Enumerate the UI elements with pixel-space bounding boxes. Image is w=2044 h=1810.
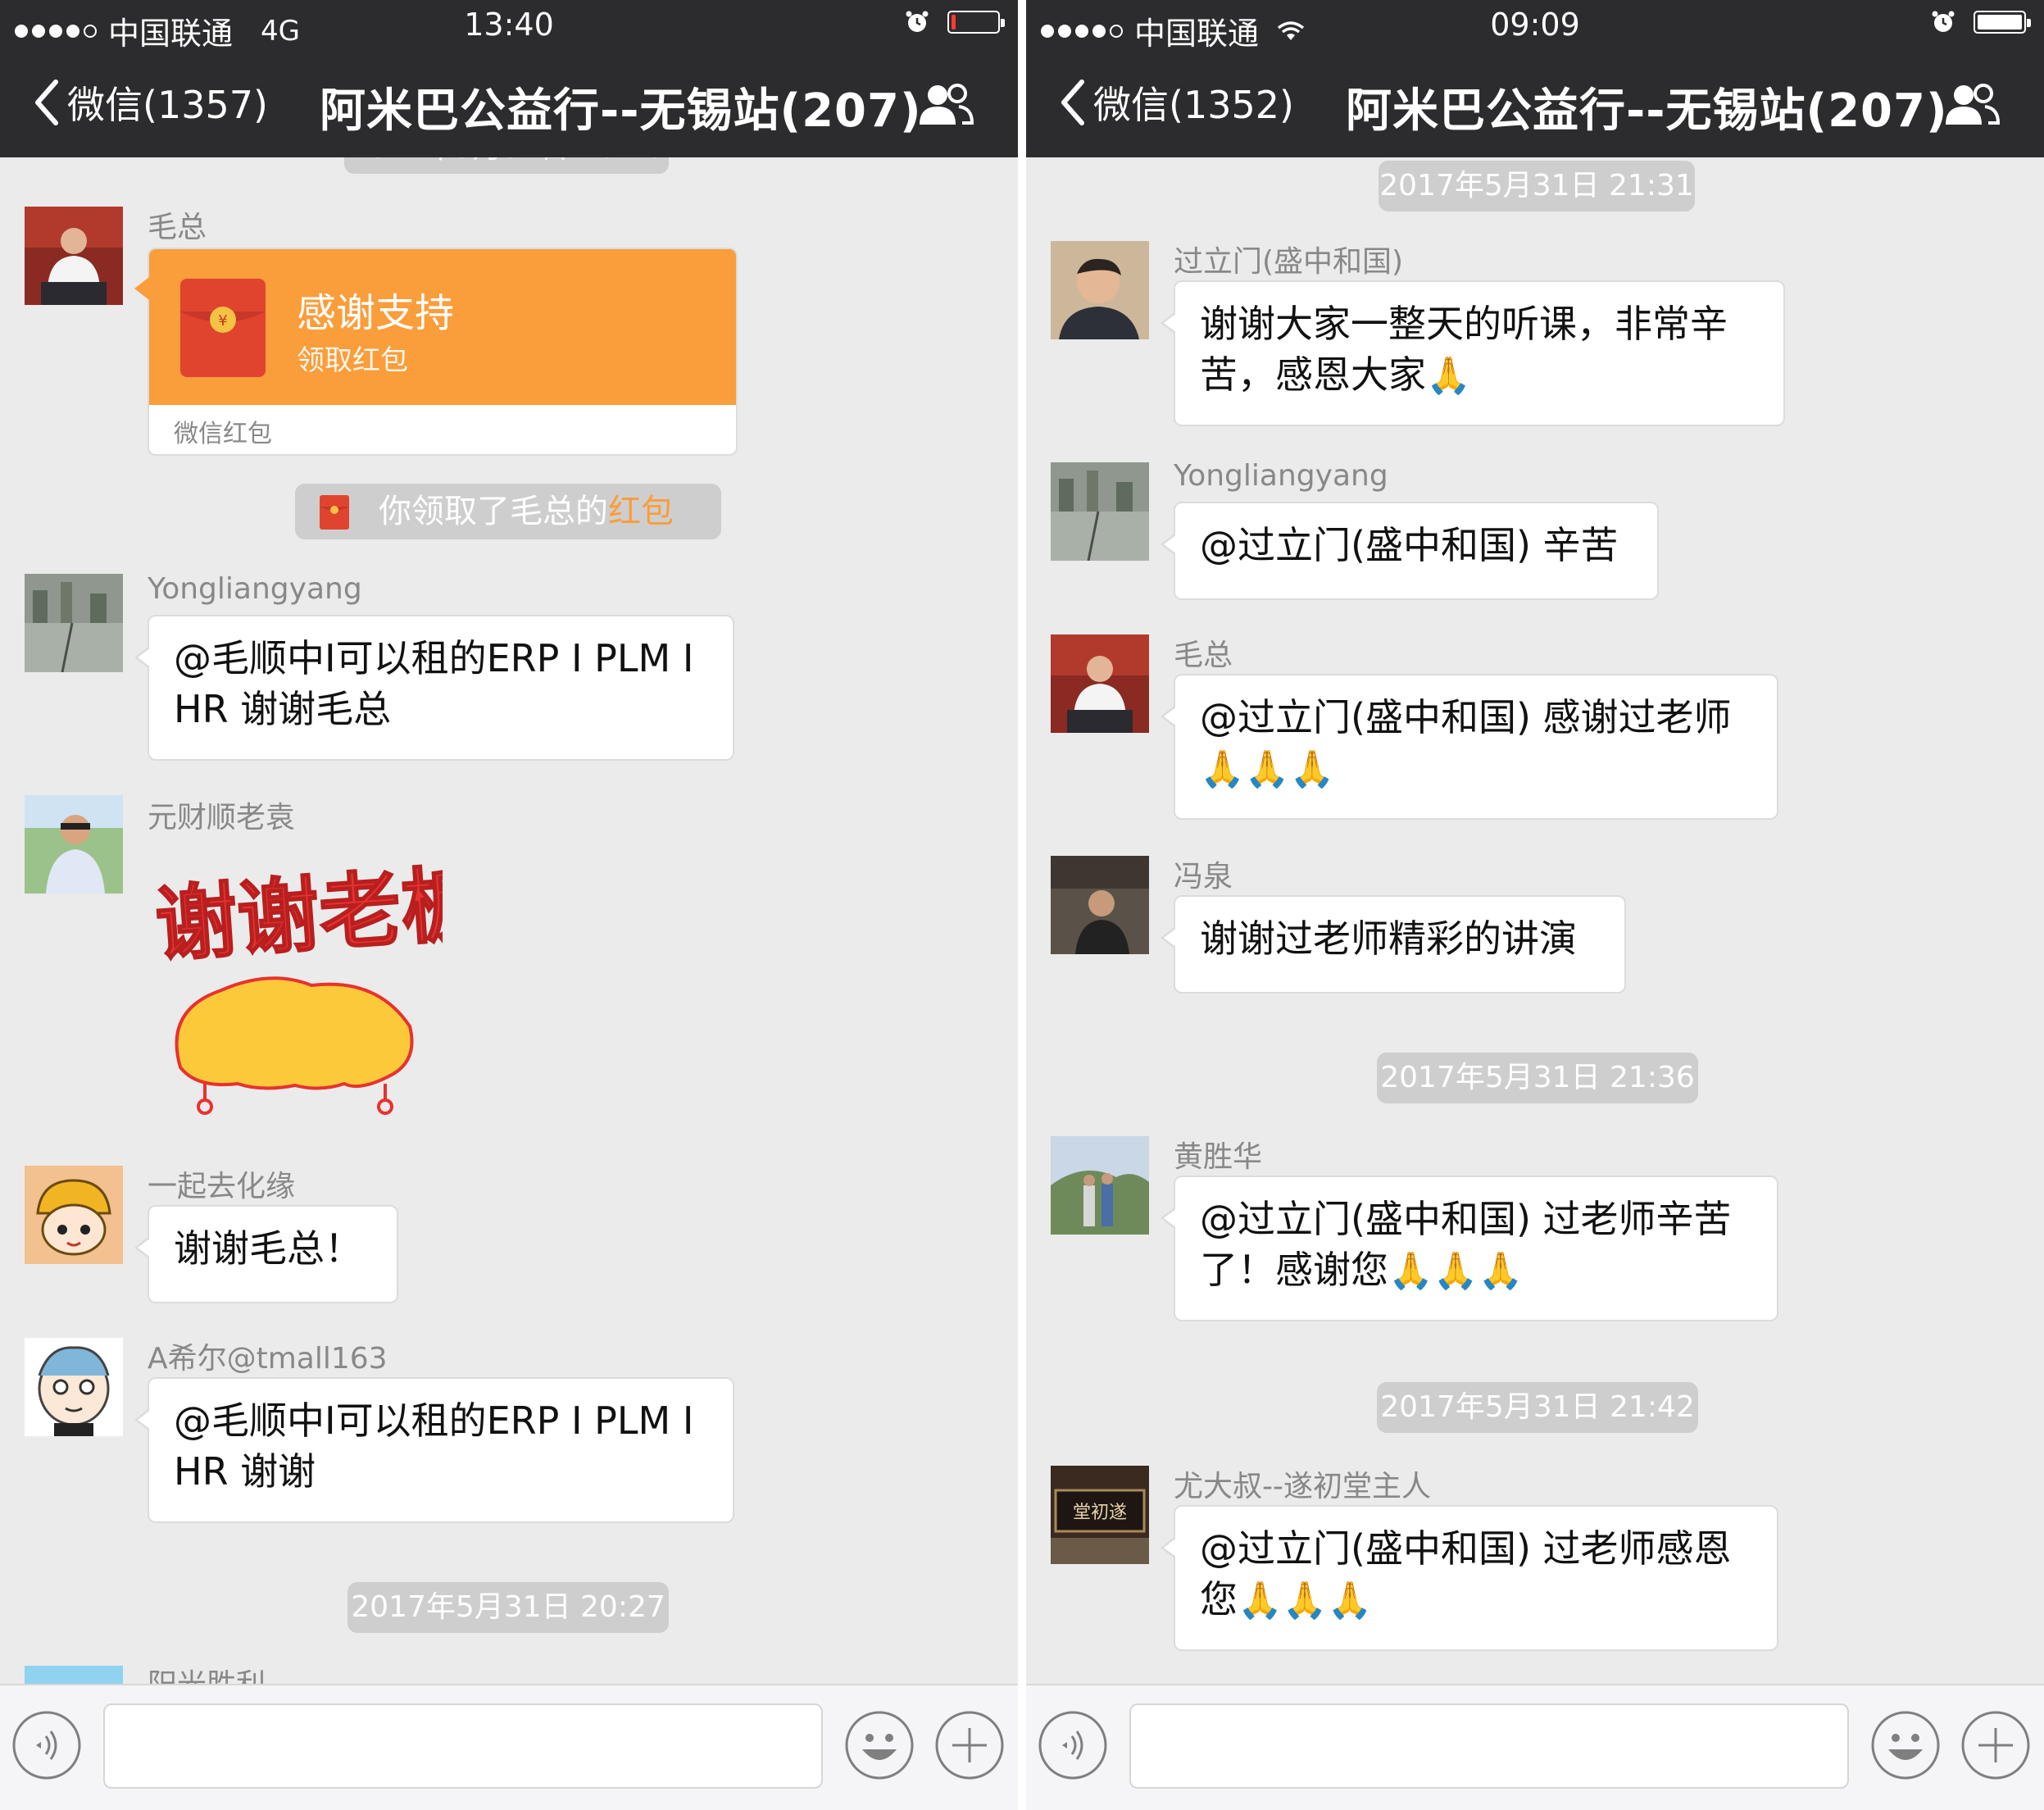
status-time: 09:09	[1490, 7, 1580, 43]
status-time: 13:40	[464, 7, 554, 43]
sender-name: 元财顺老袁	[148, 801, 296, 835]
red-packet-icon: ¥	[180, 279, 266, 377]
message-list[interactable]: 2017年5月31日 20:26 毛总 ¥ 感谢支持 领取红包 微信红包 你领取…	[0, 157, 1018, 1684]
message-bubble[interactable]: @毛顺中I可以租的ERP I PLM I HR 谢谢	[134, 1377, 734, 1523]
red-packet-title: 感谢支持	[297, 290, 455, 336]
avatar-sign-text: 堂初遂	[1073, 1503, 1127, 1523]
pray-emoji: 🙏🙏🙏	[1238, 1580, 1373, 1621]
alarm-icon	[906, 11, 929, 32]
message-text: 谢谢过老师精彩的讲演	[1200, 916, 1577, 961]
voice-input-icon[interactable]	[1038, 1710, 1108, 1780]
svg-text:¥: ¥	[218, 312, 227, 330]
message-bubble[interactable]: 谢谢毛总！	[134, 1205, 398, 1303]
plus-icon[interactable]	[1960, 1710, 2031, 1780]
red-packet-message[interactable]: ¥ 感谢支持 领取红包 微信红包	[134, 248, 738, 456]
emoji-icon[interactable]	[1870, 1710, 1941, 1780]
pray-emoji: 🙏🙏🙏	[1388, 1250, 1524, 1292]
avatar[interactable]	[25, 1338, 123, 1436]
chevron-left-icon	[35, 80, 58, 125]
message-bubble[interactable]: 谢谢过老师精彩的讲演	[1161, 895, 1626, 994]
status-bar: 中国联通 09:09	[1026, 0, 2044, 52]
red-packet-subtitle: 领取红包	[297, 344, 408, 377]
battery-icon	[1974, 11, 2031, 34]
notice-text: 你领取了毛总的	[379, 493, 608, 530]
sender-name: 黄胜华	[1174, 1140, 1263, 1174]
message-bubble[interactable]: @毛顺中I可以租的ERP I PLM I HR 谢谢毛总	[134, 615, 734, 761]
message-bubble[interactable]: @过立门(盛中和国) 过老师感恩 您🙏🙏🙏	[1161, 1505, 1778, 1651]
sender-name: 过立门(盛中和国)	[1174, 245, 1404, 279]
message-input[interactable]	[103, 1703, 823, 1789]
sticker-text: 谢谢老板	[152, 855, 443, 974]
timestamp: 2017年5月31日 21:36	[1377, 1053, 1698, 1103]
group-members-icon[interactable]	[1942, 82, 2001, 128]
sender-name: 一起去化缘	[148, 1170, 296, 1203]
message-input[interactable]	[1129, 1703, 1849, 1789]
sender-name: 尤大叔--遂初堂主人	[1174, 1470, 1431, 1503]
input-bar	[0, 1684, 1018, 1810]
status-bar: 中国联通 4G 13:40	[0, 0, 1018, 52]
red-packet-icon	[320, 495, 349, 530]
message-text: @过立门(盛中和国) 辛苦	[1200, 523, 1619, 567]
screen-divider	[1018, 0, 1026, 1810]
avatar[interactable]	[25, 1666, 123, 1684]
timestamp: 2017年5月31日 21:42	[1377, 1382, 1698, 1433]
emoji-icon[interactable]	[844, 1710, 915, 1780]
sender-name: Yongliangyang	[148, 572, 362, 606]
thanks-boss-sticker[interactable]: 谢谢老板	[148, 846, 487, 1133]
avatar[interactable]	[1051, 462, 1149, 561]
message-text: @过立门(盛中和国) 感谢过老师	[1200, 695, 1732, 739]
avatar[interactable]: 堂初遂	[1051, 1466, 1149, 1564]
back-label: 微信(1352)	[1093, 83, 1294, 127]
message-bubble[interactable]: @过立门(盛中和国) 过老师辛苦 了！感谢您🙏🙏🙏	[1161, 1176, 1778, 1321]
sender-name: 毛总	[1174, 639, 1233, 672]
message-bubble[interactable]: 谢谢大家一整天的听课，非常辛 苦，感恩大家🙏	[1161, 280, 1785, 426]
chevron-left-icon	[1061, 80, 1084, 125]
nav-bar: 微信(1357) 阿米巴公益行--无锡站(207)	[0, 51, 1018, 157]
chat-title: 阿米巴公益行--无锡站(207)	[1346, 84, 1948, 138]
avatar[interactable]	[25, 1166, 123, 1264]
avatar[interactable]	[1051, 634, 1149, 733]
red-packet-link[interactable]: 红包	[608, 493, 674, 530]
plus-icon[interactable]	[934, 1710, 1005, 1780]
nav-bar: 微信(1352) 阿米巴公益行--无锡站(207)	[1026, 51, 2044, 157]
battery-level	[1978, 15, 2022, 30]
timestamp: 2017年5月31日 20:26	[344, 157, 669, 174]
avatar[interactable]	[1051, 856, 1149, 954]
pray-emoji: 🙏🙏🙏	[1200, 748, 1335, 790]
timestamp: 2017年5月31日 21:31	[1379, 161, 1695, 211]
avatar[interactable]	[1051, 1136, 1149, 1235]
chat-screen-left: 中国联通 4G 13:40 微信(1357) 阿米巴公益行--无锡站(207) …	[0, 0, 1018, 1810]
battery-level	[952, 15, 956, 30]
chat-title: 阿米巴公益行--无锡站(207)	[320, 84, 922, 138]
message-bubble[interactable]: @过立门(盛中和国) 辛苦	[1161, 502, 1659, 600]
sender-name: 阳光胜利	[148, 1661, 266, 1684]
group-members-icon[interactable]	[916, 82, 975, 128]
system-notice: 你领取了毛总的红包	[295, 484, 721, 539]
message-list[interactable]: 2017年5月31日 21:31 过立门(盛中和国) 谢谢大家一整天的听课，非常…	[1026, 157, 2044, 1684]
back-button[interactable]: 微信(1352)	[1057, 75, 1294, 130]
voice-input-icon[interactable]	[11, 1710, 82, 1780]
avatar[interactable]	[1051, 241, 1149, 339]
timestamp: 2017年5月31日 20:27	[347, 1582, 669, 1633]
alarm-icon	[1932, 11, 1955, 32]
avatar[interactable]	[25, 574, 123, 672]
chat-screen-right: 中国联通 09:09 微信(1352) 阿米巴公益行--无锡站(207) 201…	[1026, 0, 2044, 1810]
sender-name: 毛总	[148, 211, 207, 244]
message-bubble[interactable]: @过立门(盛中和国) 感谢过老师 🙏🙏🙏	[1161, 674, 1778, 820]
avatar[interactable]	[25, 795, 123, 894]
pray-emoji: 🙏	[1426, 355, 1471, 397]
sender-name: A希尔@tmall163	[148, 1342, 388, 1376]
battery-icon	[947, 11, 1005, 34]
input-bar	[1026, 1684, 2044, 1810]
red-packet-footer: 微信红包	[174, 420, 272, 448]
sender-name: Yongliangyang	[1174, 459, 1388, 493]
avatar[interactable]	[25, 207, 123, 305]
sender-name: 冯泉	[1174, 860, 1233, 894]
back-label: 微信(1357)	[67, 83, 268, 127]
back-button[interactable]: 微信(1357)	[31, 75, 268, 130]
